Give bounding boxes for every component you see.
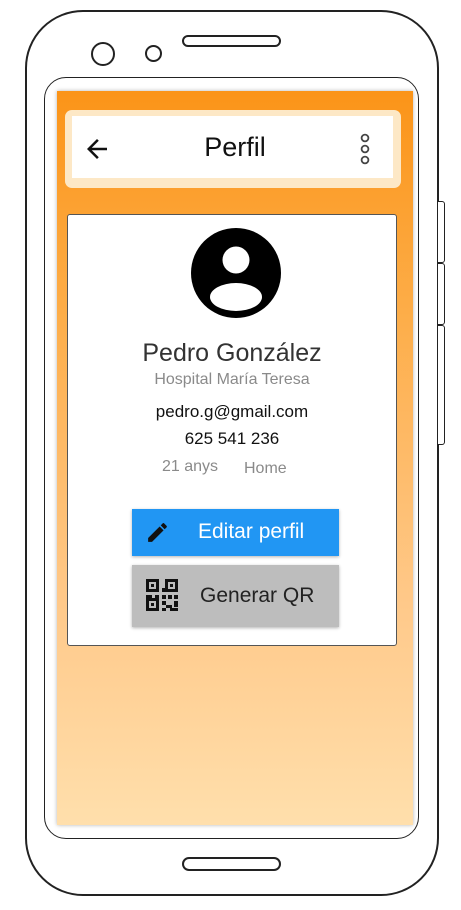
profile-card: Pedro González Hospital María Teresa ped… xyxy=(67,214,397,646)
edit-profile-label: Editar perfil xyxy=(198,520,305,543)
phone-home-indicator xyxy=(182,857,281,871)
phone-speaker xyxy=(182,35,281,47)
phone-front-camera xyxy=(91,42,115,66)
profile-name: Pedro González xyxy=(142,339,322,367)
phone-side-button-bottom xyxy=(438,325,445,445)
account-circle-icon xyxy=(191,228,281,318)
app-screen: Perfil Pedro González Hospital María Ter… xyxy=(57,91,413,825)
phone-sensor xyxy=(145,45,162,62)
phone-side-button-top xyxy=(438,201,445,263)
profile-email: pedro.g@gmail.com xyxy=(155,402,309,421)
generate-qr-label: Generar QR xyxy=(200,584,315,607)
profile-hospital: Hospital María Teresa xyxy=(154,371,310,388)
more-vertical-icon[interactable] xyxy=(355,131,375,167)
profile-age: 21 anys xyxy=(162,458,219,475)
profile-phone: 625 541 236 xyxy=(184,429,280,448)
profile-gender: Home xyxy=(244,460,287,477)
qr-code-icon xyxy=(146,579,178,611)
generate-qr-button[interactable]: Generar QR xyxy=(132,565,339,627)
phone-side-button-middle xyxy=(438,263,445,325)
edit-profile-button[interactable]: Editar perfil xyxy=(132,509,339,556)
pencil-icon xyxy=(148,523,167,542)
